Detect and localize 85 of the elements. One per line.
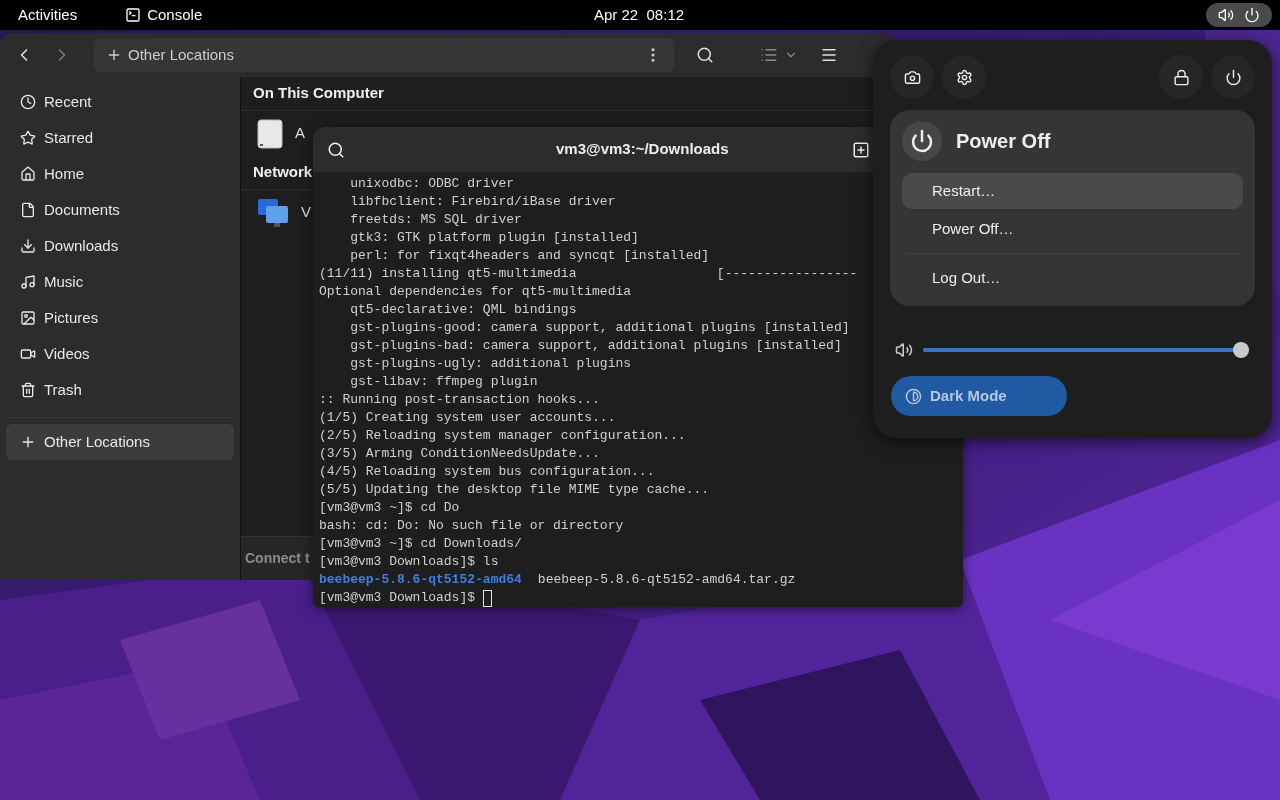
document-icon	[20, 202, 36, 218]
screenshot-button[interactable]	[890, 55, 934, 99]
settings-icon	[955, 68, 973, 86]
plus-icon	[20, 434, 36, 450]
power-icon	[910, 129, 934, 153]
terminal-line: unixodbc: ODBC driver	[349, 175, 515, 193]
section-header: Network	[253, 162, 313, 183]
sidebar-item[interactable]: Home	[6, 156, 234, 192]
terminal-line: [vm3@vm3 ~]$ cd Do	[319, 499, 460, 517]
list-view-icon[interactable]	[760, 46, 778, 64]
new-tab-button[interactable]	[852, 140, 870, 159]
power-icon	[1224, 68, 1242, 86]
terminal-line: perl: for fixqt4headers and syncqt [installed]	[349, 247, 710, 265]
menu-button[interactable]	[820, 46, 838, 64]
trash-icon	[20, 382, 36, 398]
image-icon	[20, 310, 36, 326]
volume-slider[interactable]	[923, 340, 1249, 360]
camera-icon	[903, 68, 921, 86]
terminal-line: gst-libav: ffmpeg plugin	[349, 373, 538, 391]
terminal-line: gtk3: GTK platform plugin [installed]	[349, 229, 639, 247]
video-camera-icon	[20, 346, 36, 362]
terminal-line: [vm3@vm3 Downloads]$	[319, 589, 477, 607]
power-icon	[1244, 7, 1260, 23]
sidebar-item[interactable]: Pictures	[6, 300, 234, 336]
connect-label: Connect t	[245, 549, 310, 568]
sidebar-item[interactable]: Videos	[6, 336, 234, 372]
computers-icon	[257, 197, 289, 228]
sidebar-item[interactable]: Starred	[6, 120, 234, 156]
sidebar-item[interactable]: Trash	[6, 372, 234, 408]
terminal-line: gst-plugins-good: camera support, additional plugins [installed]	[349, 319, 850, 337]
terminal-icon	[125, 7, 142, 23]
contrast-icon	[905, 387, 922, 405]
file-name: beebeep-5.8.6-qt5152-amd64.tar.gz	[537, 571, 796, 589]
app-menu[interactable]: Console	[147, 3, 203, 27]
sidebar-item[interactable]: Recent	[6, 84, 234, 120]
terminal-line: (4/5) Reloading system bus configuration...	[319, 463, 655, 481]
sidebar-item[interactable]: Downloads	[6, 228, 234, 264]
submenu-title: Power Off	[956, 129, 1051, 154]
terminal-line: gst-plugins-bad: camera support, additional plugins [installed]	[349, 337, 842, 355]
section-header: On This Computer	[253, 83, 384, 104]
power-button[interactable]	[1211, 55, 1255, 99]
dark-mode-toggle[interactable]: Dark Mode	[891, 376, 1067, 416]
status-menu-button[interactable]	[1206, 3, 1272, 27]
clock[interactable]: Apr 22 08:12	[594, 3, 685, 27]
plus-icon	[106, 47, 122, 63]
activities-button[interactable]: Activities	[18, 3, 78, 27]
path-bar[interactable]: Other Locations	[94, 38, 674, 72]
terminal-line: libfbclient: Firebird/iBase driver	[349, 193, 616, 211]
terminal-line: (3/5) Arming ConditionNeedsUpdate...	[319, 445, 600, 463]
sidebar-item[interactable]: Documents	[6, 192, 234, 228]
lock-button[interactable]	[1159, 55, 1203, 99]
menu-item[interactable]: Log Out…	[902, 260, 1243, 296]
terminal-line: (11/11) installing qt5-multimedia [-----------------	[319, 265, 858, 283]
clock-icon	[20, 94, 36, 110]
terminal-line: (5/5) Updating the desktop file MIME type cache...	[319, 481, 710, 499]
terminal-line: (1/5) Creating system user accounts...	[319, 409, 616, 427]
terminal-line: (2/5) Reloading system manager configuration...	[319, 427, 686, 445]
terminal-line: bash: cd: Do: No such file or directory	[319, 517, 624, 535]
settings-button[interactable]	[942, 55, 986, 99]
terminal-line: [vm3@vm3 Downloads]$ ls	[319, 553, 499, 571]
slider-thumb[interactable]	[1233, 342, 1249, 358]
terminal-line: gst-plugins-ugly: additional plugins	[349, 355, 632, 373]
terminal-line: :: Running post-transaction hooks...	[319, 391, 600, 409]
sidebar-item[interactable]: Music	[6, 264, 234, 300]
music-note-icon	[20, 274, 36, 290]
menu-item[interactable]: Restart…	[902, 173, 1243, 209]
window-title: vm3@vm3:~/Downloads	[556, 139, 729, 160]
download-icon	[20, 238, 36, 254]
volume-icon	[1218, 7, 1234, 23]
terminal-line: [vm3@vm3 ~]$ cd Downloads/	[319, 535, 522, 553]
terminal-line: freetds: MS SQL driver	[349, 211, 522, 229]
volume-icon	[895, 341, 913, 359]
lock-icon	[1172, 68, 1190, 86]
terminal-line: Optional dependencies for qt5-multimedia	[319, 283, 632, 301]
star-icon	[20, 130, 36, 146]
terminal-line: qt5-declarative: QML bindings	[349, 301, 577, 319]
location-name[interactable]: V	[301, 201, 311, 224]
house-icon	[20, 166, 36, 182]
directory-name: beebeep-5.8.6-qt5152-amd64	[319, 571, 522, 589]
search-button[interactable]	[696, 46, 714, 64]
path-label: Other Locations	[128, 44, 235, 65]
location-name[interactable]: A	[295, 122, 305, 145]
menu-item[interactable]: Power Off…	[902, 211, 1243, 247]
sidebar-item[interactable]: Other Locations	[6, 424, 234, 460]
search-button[interactable]	[327, 140, 345, 159]
